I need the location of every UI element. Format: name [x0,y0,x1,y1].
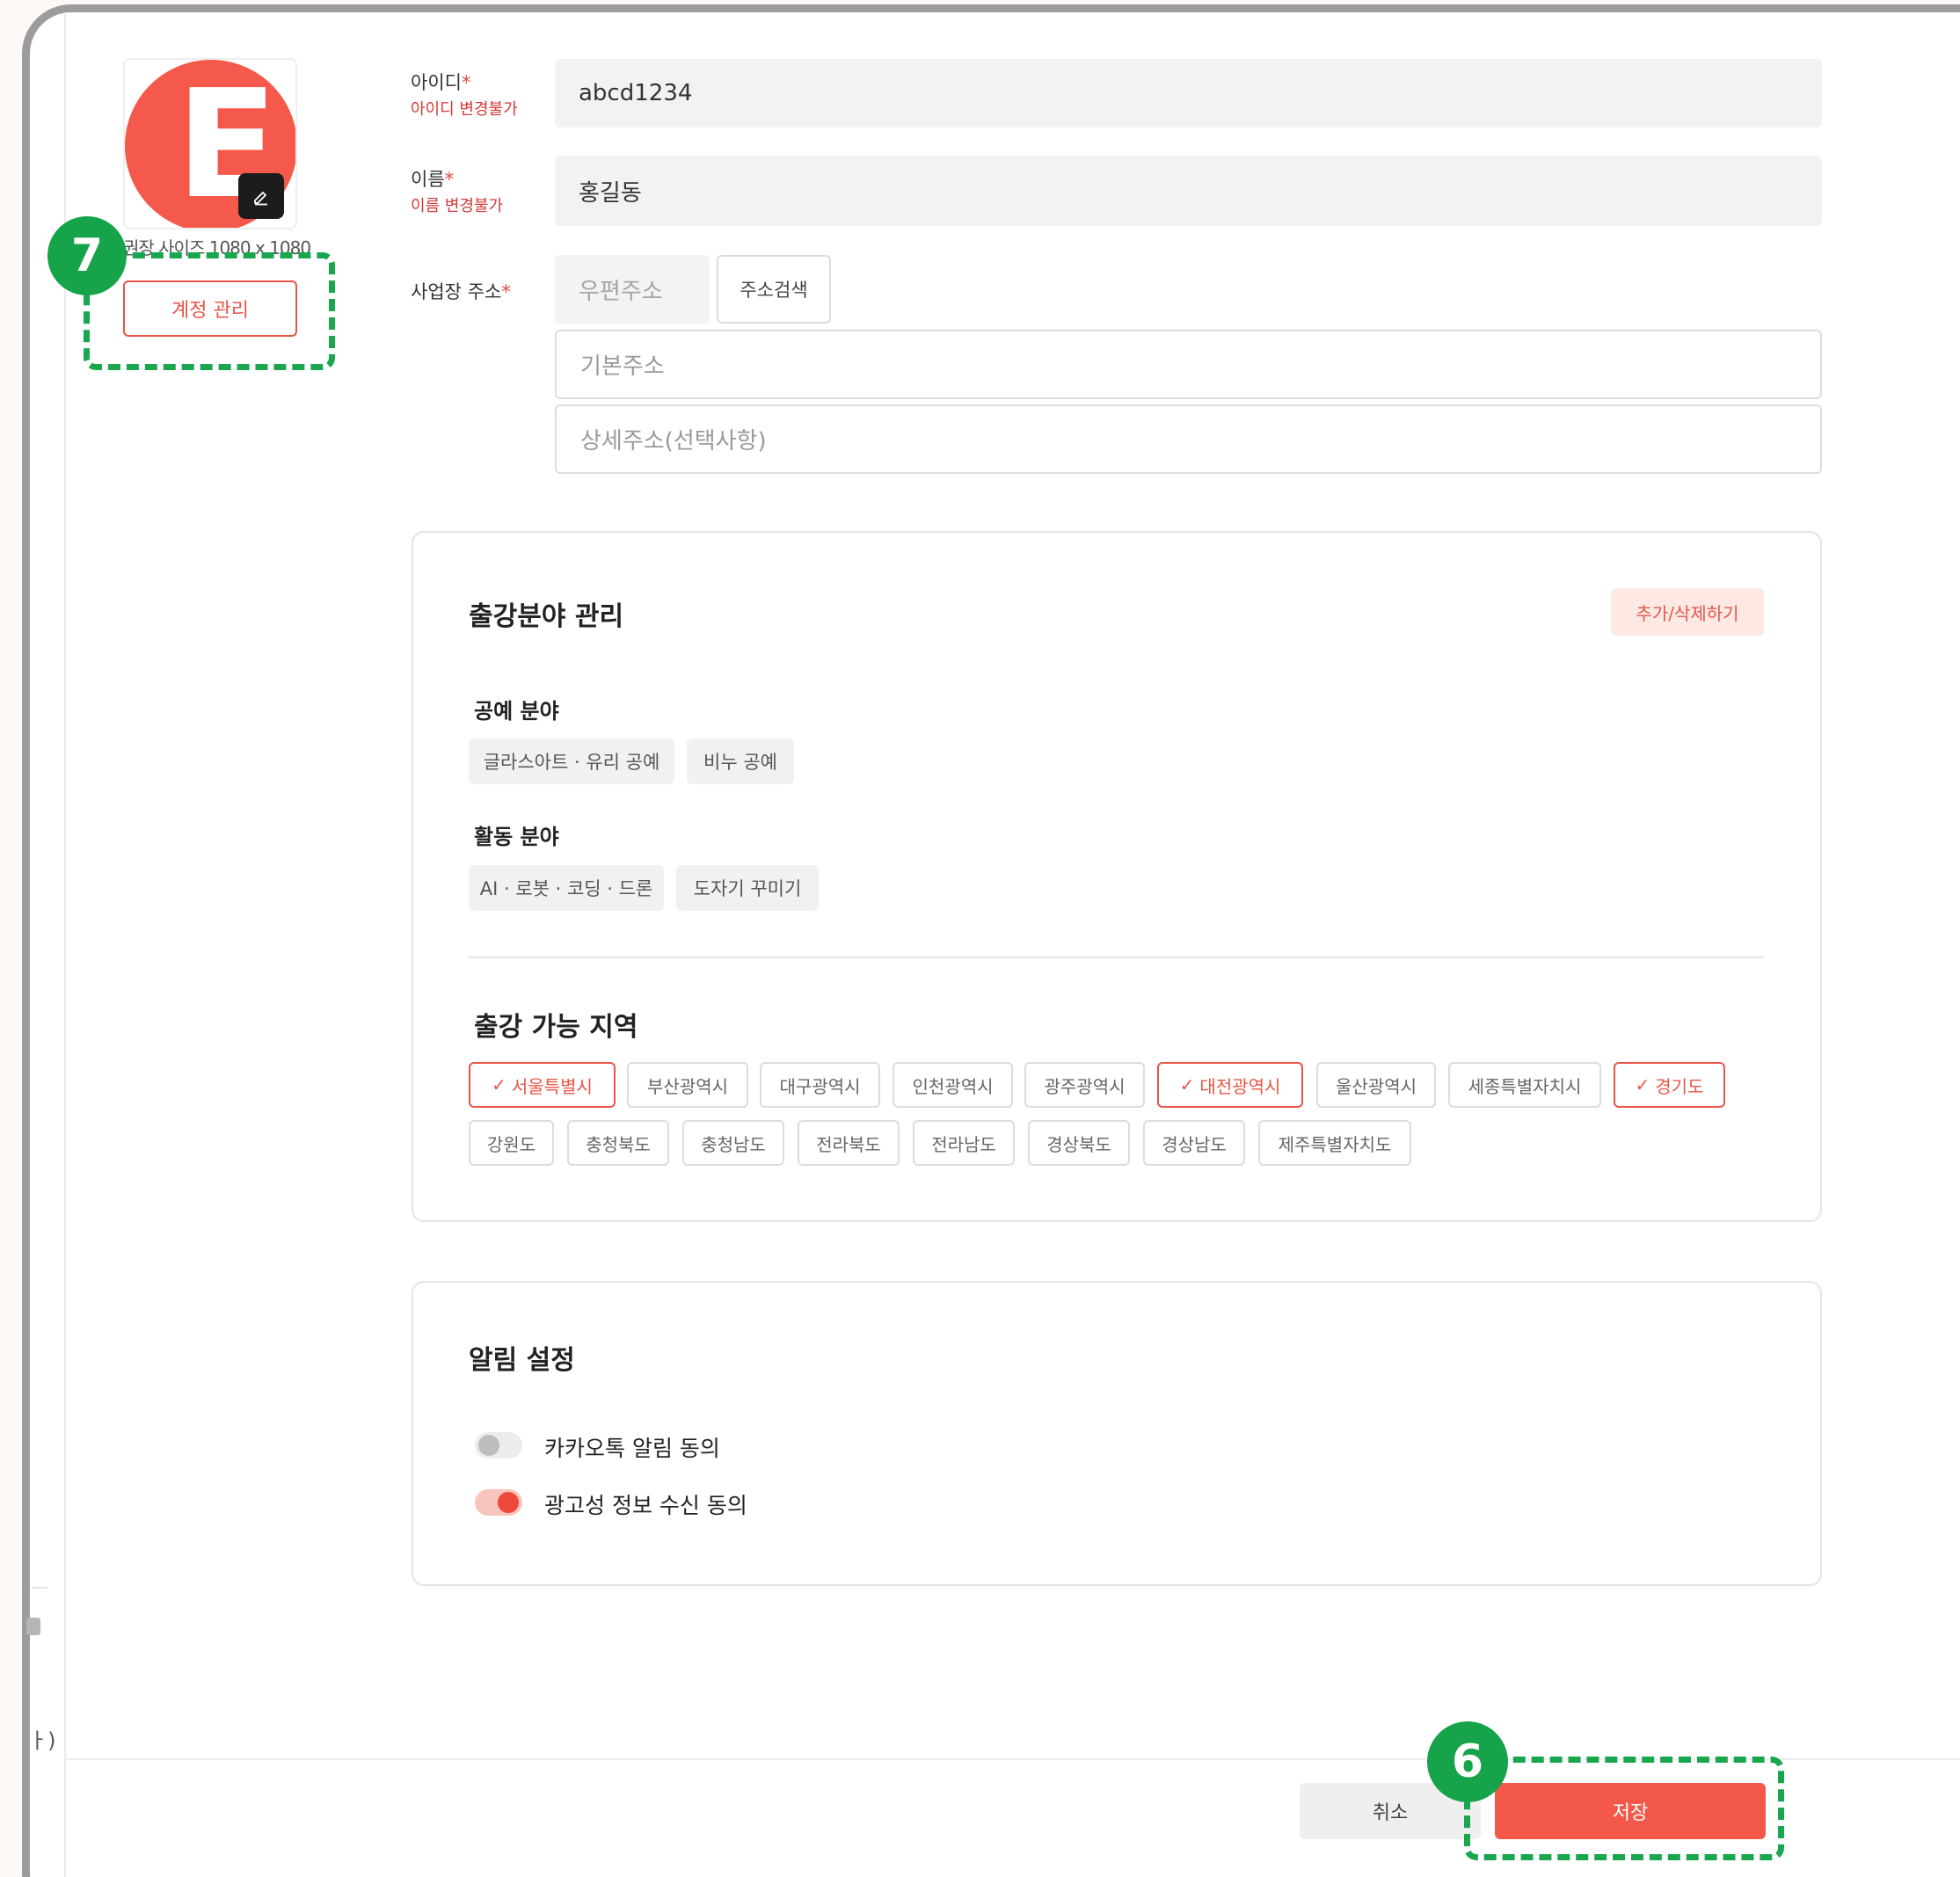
address-search-button[interactable]: 주소검색 [717,255,831,324]
edit-image-button[interactable] [238,173,284,219]
name-note: 이름 변경불가 [411,197,504,215]
address-label-text: 사업장 주소 [411,281,502,302]
ad-consent-toggle[interactable] [475,1489,522,1516]
add-remove-button[interactable]: 추가/삭제하기 [1611,588,1764,636]
region-chip-ulsan[interactable]: 울산광역시 [1316,1062,1436,1108]
required-mark: * [461,72,471,93]
toggle-knob [478,1435,499,1456]
pencil-icon [254,192,267,206]
postal-code-field[interactable]: 우편주소 [555,255,710,324]
check-icon: ✓ [1179,1074,1195,1095]
section-divider [469,957,1764,958]
region-chip-gyeonggi[interactable]: ✓ 경기도 [1614,1062,1725,1108]
region-chip-gwangju[interactable]: 광주광역시 [1024,1062,1145,1108]
region-label: 대전광역시 [1199,1075,1281,1097]
sidebar-stub-icon [26,1618,40,1635]
region-chip-gyeongbuk[interactable]: 경상북도 [1028,1120,1130,1166]
callout-badge-6: 6 [1427,1721,1508,1802]
check-icon: ✓ [1635,1074,1650,1095]
detail-address-field[interactable]: 상세주소(선택사항) [555,404,1822,474]
address-label: 사업장 주소* [411,278,511,304]
region-chip-seoul[interactable]: ✓ 서울특별시 [469,1062,616,1108]
craft-tag: 비누 공예 [687,738,794,784]
field-card-title: 출강분야 관리 [469,601,624,632]
region-chip-jeonbuk[interactable]: 전라북도 [798,1120,900,1166]
craft-section-title: 공예 분야 [474,699,559,724]
name-label: 이름* [411,165,454,192]
region-chip-chungnam[interactable]: 충청남도 [682,1120,784,1166]
region-label: 경기도 [1655,1075,1704,1097]
kakao-toggle-label: 카카오톡 알림 동의 [544,1436,720,1461]
sidebar-stub-text: ㅏ) [28,1728,56,1753]
ad-consent-label: 광고성 정보 수신 동의 [544,1493,747,1518]
sidebar-divider [64,12,66,1877]
region-chip-sejong[interactable]: 세종특별자치시 [1448,1062,1601,1108]
id-label: 아이디* [411,69,470,95]
activity-tag: AI · 로봇 · 코딩 · 드론 [469,865,664,911]
callout-box-save [1464,1757,1784,1860]
name-field: 홍길동 [555,156,1822,226]
region-chip-daegu[interactable]: 대구광역시 [760,1062,880,1108]
region-chip-chungbuk[interactable]: 충청북도 [567,1120,669,1166]
region-section-title: 출강 가능 지역 [474,1012,638,1043]
basic-address-field[interactable]: 기본주소 [555,330,1822,399]
id-label-text: 아이디 [411,72,462,93]
region-chip-daejeon[interactable]: ✓ 대전광역시 [1157,1062,1303,1108]
kakao-toggle[interactable] [475,1432,522,1459]
region-chip-gyeongnam[interactable]: 경상남도 [1143,1120,1245,1166]
id-note: 아이디 변경불가 [411,100,518,119]
activity-section-title: 활동 분야 [474,825,559,849]
region-chip-busan[interactable]: 부산광역시 [627,1062,748,1108]
callout-badge-7: 7 [47,216,127,295]
region-chip-jeju[interactable]: 제주특별자치도 [1258,1120,1411,1166]
name-label-text: 이름 [411,169,445,190]
required-mark: * [444,169,455,190]
region-label: 서울특별시 [511,1075,593,1097]
region-chip-incheon[interactable]: 인천광역시 [893,1062,1013,1108]
activity-tag: 도자기 꾸미기 [676,865,819,911]
sidebar-stub-divider [32,1587,47,1589]
craft-tag: 글라스아트 · 유리 공예 [469,738,674,784]
check-icon: ✓ [492,1074,506,1095]
id-field: abcd1234 [555,59,1822,127]
toggle-knob [498,1492,519,1513]
required-mark: * [501,281,511,302]
region-chip-gangwon[interactable]: 강원도 [469,1120,554,1166]
notification-card-title: 알림 설정 [469,1345,575,1376]
region-chip-jeonnam[interactable]: 전라남도 [913,1120,1015,1166]
